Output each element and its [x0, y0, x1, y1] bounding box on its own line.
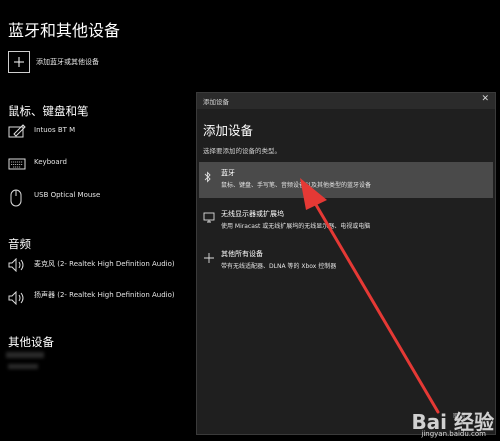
annotation-arrow — [300, 178, 440, 414]
watermark-url: jingyan.baidu.com — [421, 430, 486, 438]
